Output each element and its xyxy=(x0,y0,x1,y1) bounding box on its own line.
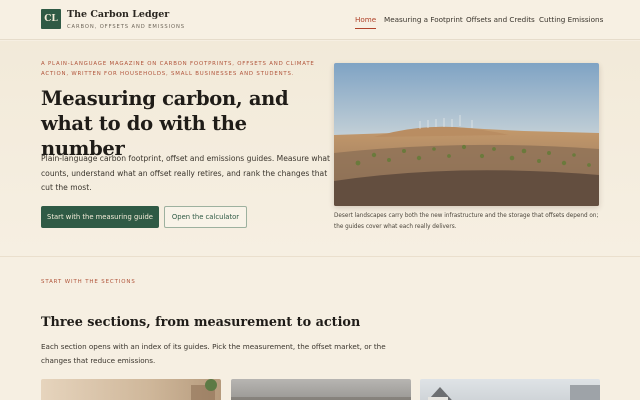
nav-measuring-a-footprint[interactable]: Measuring a Footprint xyxy=(384,15,463,28)
hero-kicker: A PLAIN-LANGUAGE MAGAZINE ON CARBON FOOT… xyxy=(41,61,315,77)
nav-home[interactable]: Home xyxy=(355,15,377,29)
site-header: CL The Carbon Ledger CARBON, OFFSETS AND… xyxy=(0,0,640,40)
section-card-cutting[interactable] xyxy=(420,379,600,400)
card-image-houses xyxy=(428,385,600,400)
hero-image-desert-wind-farm xyxy=(334,63,599,206)
section-card-measuring[interactable] xyxy=(41,379,221,400)
desert-landscape-illustration xyxy=(334,63,599,206)
hero-title: Measuring carbon, and what to do with th… xyxy=(41,87,289,160)
sections-kicker: START WITH THE SECTIONS xyxy=(41,279,136,285)
start-measuring-guide-button[interactable]: Start with the measuring guide xyxy=(41,206,159,228)
card-image-landscape xyxy=(231,397,411,400)
open-calculator-button[interactable]: Open the calculator xyxy=(164,206,247,228)
nav-cutting-emissions[interactable]: Cutting Emissions xyxy=(539,15,603,28)
hero-lead: Plain-language carbon footprint, offset … xyxy=(41,154,331,192)
hero-image-caption: Desert landscapes carry both the new inf… xyxy=(334,213,599,230)
nav-offsets-and-credits[interactable]: Offsets and Credits xyxy=(466,15,535,28)
card-image-interior xyxy=(191,379,217,400)
main-nav: Home Measuring a Footprint Offsets and C… xyxy=(0,15,640,29)
section-card-offsets[interactable] xyxy=(231,379,411,400)
sections-title: Three sections, from measurement to acti… xyxy=(41,315,361,330)
sections-lead: Each section opens with an index of its … xyxy=(41,342,386,365)
